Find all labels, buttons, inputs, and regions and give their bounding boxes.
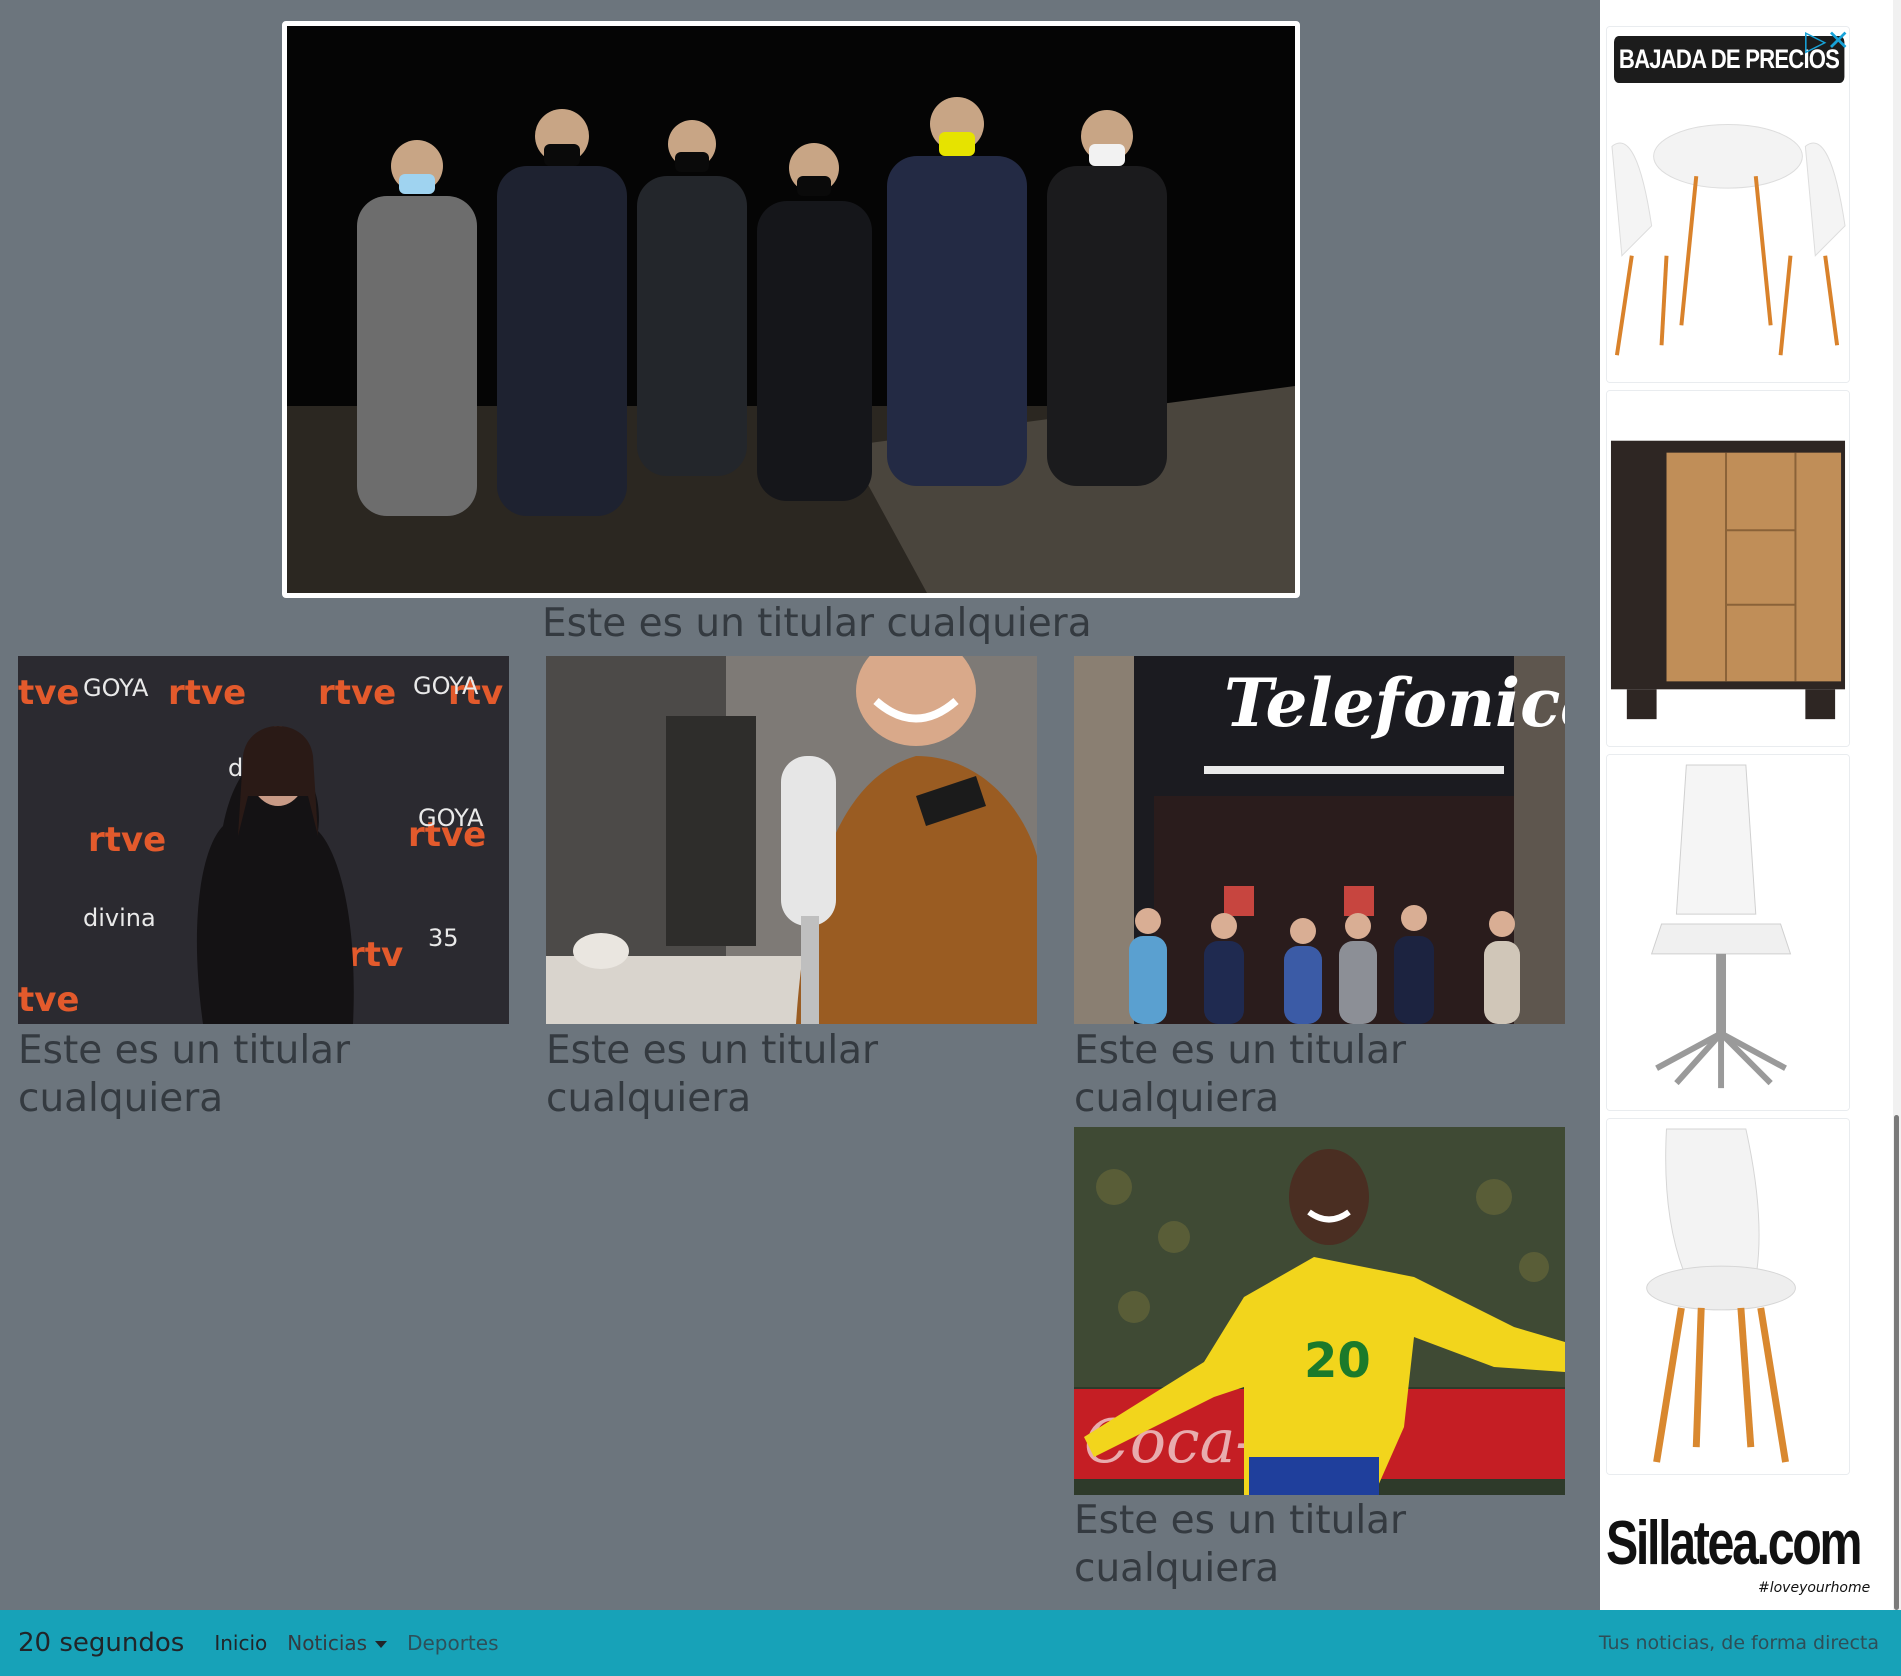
navbar-tagline: Tus noticias, de forma directa [1598,1632,1879,1654]
svg-text:GOYA: GOYA [418,804,484,832]
card-image-football[interactable]: Coca-Cola 20 [1074,1127,1565,1495]
card-image-podcast[interactable] [546,656,1037,1024]
nav-link-inicio[interactable]: Inicio [214,1631,267,1655]
svg-text:divina: divina [83,904,156,932]
card-image-goya[interactable]: tve rtve rtve rtv rtve rtve rtv tve GOYA GOYA … [18,656,509,1024]
office-chair-illustration [1607,755,1849,1110]
ad-product-office-chair[interactable] [1606,754,1850,1111]
sideboard-illustration [1607,391,1849,746]
card-image-telefonica[interactable]: Telefonica [1074,656,1565,1024]
svg-text:rtve: rtve [168,673,246,713]
ad-product-sideboard[interactable] [1606,390,1850,747]
svg-text:rtve: rtve [88,820,166,860]
nav-link-deportes[interactable]: Deportes [407,1631,498,1655]
svg-text:35: 35 [428,924,459,952]
card-headline-2[interactable]: Este es un titular cualquiera [546,1027,946,1123]
scrollbar-thumb[interactable] [1894,1115,1899,1610]
navbar: 20 segundos Inicio Noticias Deportes Tus… [0,1610,1901,1676]
svg-text:tve: tve [18,673,79,713]
svg-text:GOYA: GOYA [83,674,149,702]
svg-text:rtve: rtve [318,673,396,713]
dining-chair-illustration [1607,1119,1849,1474]
svg-text:rtv: rtv [348,935,403,975]
svg-text:Telefonica: Telefonica [1224,664,1565,742]
telefonica-photo: Telefonica [1074,656,1565,1024]
nav-dropdown-noticias[interactable]: Noticias [287,1631,388,1655]
ad-sidebar[interactable]: BAJADA DE PRECIOS ▷✕ Sillatea.com #lovey… [1600,0,1901,1610]
goya-photo: tve rtve rtve rtv rtve rtve rtvtve GOYA GOYA … [18,656,509,1024]
ad-product-dining-chair[interactable] [1606,1118,1850,1475]
svg-text:GOYA: GOYA [413,672,479,700]
featured-headline[interactable]: Este es un titular cualquiera [542,600,1092,648]
ad-tagline: #loveyourhome [1758,1580,1871,1596]
news-content: Este es un titular cualquiera tve rtve rtv… [0,0,1598,1610]
football-photo: Coca-Cola 20 [1074,1127,1565,1495]
ad-brand-logo[interactable]: Sillatea.com [1606,1508,1862,1579]
svg-text:20: 20 [1304,1333,1371,1389]
featured-photo [287,26,1295,593]
navbar-brand[interactable]: 20 segundos [18,1628,184,1658]
ad-close-icon[interactable]: ▷✕ [1805,24,1850,57]
caret-down-icon [375,1641,388,1648]
svg-text:tve: tve [18,980,79,1020]
card-headline-3[interactable]: Este es un titular cualquiera [1074,1027,1474,1123]
nav-link-noticias: Noticias [287,1631,368,1655]
podcast-photo [546,656,1037,1024]
card-headline-1[interactable]: Este es un titular cualquiera [18,1027,418,1123]
featured-image[interactable] [282,21,1300,598]
card-headline-4[interactable]: Este es un titular cualquiera [1074,1497,1474,1593]
